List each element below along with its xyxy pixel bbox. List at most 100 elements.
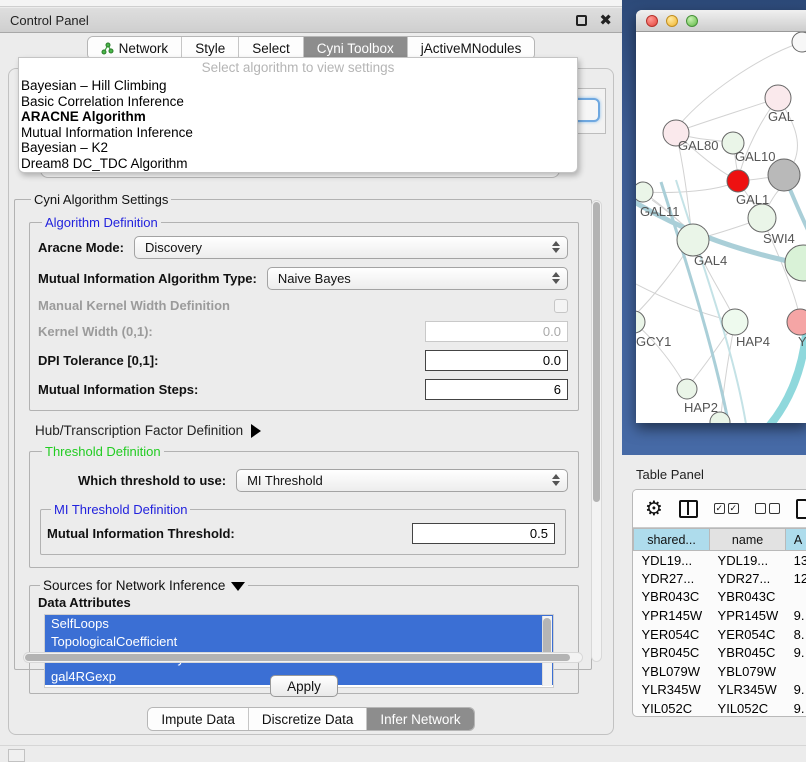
table-cell: YER054C (634, 625, 710, 644)
network-node-gal4[interactable] (677, 224, 709, 256)
float-window-icon[interactable] (576, 15, 587, 26)
table-row[interactable]: YER054CYER054C8. (634, 625, 806, 644)
attribute-item-selected[interactable]: TopologicalCoefficient (45, 633, 553, 651)
network-node-swi4[interactable] (785, 245, 806, 281)
table-row[interactable]: YBR043CYBR043C (634, 588, 806, 607)
algorithm-option[interactable]: Basic Correlation Inference (19, 94, 577, 110)
table-cell: 8. (786, 625, 806, 644)
mi-steps-input[interactable]: 6 (425, 379, 568, 400)
checked-boxes-icon[interactable]: ✓✓ (714, 503, 739, 514)
tab-style[interactable]: Style (182, 37, 239, 59)
hub-definition-toggle[interactable]: Hub/Transcription Factor Definition (35, 423, 581, 438)
network-node-gal[interactable] (765, 85, 791, 111)
network-view-window[interactable]: GALGAL80GAL10GAL1GAL11SWI4GAL4GCY1HAP4YH… (636, 10, 806, 423)
attribute-item-selected[interactable]: SelfLoops (45, 615, 553, 633)
network-node-gcy1[interactable] (636, 311, 645, 333)
table-cell: 12 (786, 569, 806, 588)
table-cell: 13 (786, 551, 806, 570)
close-traffic-icon[interactable] (646, 15, 658, 27)
tab-label: jActiveMNodules (421, 41, 522, 56)
table-cell: YPR145W (710, 606, 786, 625)
tab-cyni-toolbox[interactable]: Cyni Toolbox (304, 37, 408, 59)
tab-discretize-data[interactable]: Discretize Data (249, 708, 368, 730)
network-node-y[interactable] (787, 309, 806, 335)
mi-type-select[interactable]: Naive Bayes (267, 267, 568, 290)
table-cell: YDR27... (634, 569, 710, 588)
table-row[interactable]: YDL19...YDL19...13 (634, 551, 806, 570)
settings-horizontal-scrollbar[interactable] (23, 652, 583, 663)
table-cell: YBR045C (634, 643, 710, 662)
table-cell: YDL19... (634, 551, 710, 570)
which-threshold-select[interactable]: MI Threshold (236, 469, 568, 492)
table-row[interactable]: YIL052CYIL052C9. (634, 699, 806, 717)
algorithm-option[interactable]: Dream8 DC_TDC Algorithm (19, 156, 577, 172)
table-cell: YBR045C (710, 643, 786, 662)
algorithm-option[interactable]: Mutual Information Inference (19, 125, 577, 141)
tab-select[interactable]: Select (239, 37, 304, 59)
table-cell: YBL079W (634, 662, 710, 681)
column-header-a[interactable]: A (786, 529, 806, 551)
settings-vertical-scrollbar[interactable] (591, 200, 602, 662)
manual-kernel-checkbox[interactable] (554, 299, 568, 313)
table-cell: YBL079W (710, 662, 786, 681)
network-node-gal1[interactable] (727, 170, 749, 192)
kernel-width-input[interactable]: 0.0 (425, 321, 568, 342)
minimized-panel-icon[interactable] (8, 749, 25, 762)
mi-threshold-input[interactable]: 0.5 (412, 523, 555, 544)
tab-jactivemnodules[interactable]: jActiveMNodules (408, 37, 535, 59)
control-panel-titlebar: Control Panel ✖ (0, 8, 622, 33)
gear-icon[interactable]: ⚙ (645, 499, 663, 519)
tab-infer-network[interactable]: Infer Network (367, 708, 473, 730)
close-icon[interactable]: ✖ (599, 15, 612, 26)
node-table[interactable]: shared...nameA YDL19...YDL19...13YDR27..… (633, 528, 806, 717)
table-cell: 9. (786, 699, 806, 717)
tab-network[interactable]: Network (88, 37, 183, 59)
network-node-hap2[interactable] (677, 379, 697, 399)
zoom-traffic-icon[interactable] (686, 15, 698, 27)
column-header-shared[interactable]: shared... (634, 529, 710, 551)
network-node[interactable] (768, 159, 800, 191)
dpi-tolerance-input[interactable]: 0.0 (425, 350, 568, 371)
dpi-tolerance-label: DPI Tolerance [0,1]: (38, 353, 158, 368)
table-panel: Table Panel ⚙ ✓✓ shared...nameA YDL19...… (622, 455, 806, 745)
table-row[interactable]: YLR345WYLR345W9. (634, 681, 806, 700)
table-row[interactable]: YBR045CYBR045C9. (634, 643, 806, 662)
table-cell: YER054C (710, 625, 786, 644)
column-header-name[interactable]: name (710, 529, 786, 551)
node-label: GCY1 (636, 334, 671, 349)
node-label: GAL10 (735, 149, 775, 164)
aracne-mode-select[interactable]: Discovery (134, 236, 568, 259)
network-node-hap4[interactable] (722, 309, 748, 335)
attributes-scrollbar[interactable] (542, 616, 552, 686)
unchecked-boxes-icon[interactable] (755, 503, 780, 514)
algorithm-dropdown-list[interactable]: Select algorithm to view settings Bayesi… (18, 57, 578, 173)
document-icon[interactable] (796, 499, 806, 519)
node-label: GAL4 (694, 253, 727, 268)
network-node[interactable] (792, 32, 806, 52)
table-row[interactable]: YDR27...YDR27...12 (634, 569, 806, 588)
network-canvas[interactable]: GALGAL80GAL10GAL1GAL11SWI4GAL4GCY1HAP4YH… (636, 32, 806, 423)
desktop-background: GALGAL80GAL10GAL1GAL11SWI4GAL4GCY1HAP4YH… (622, 0, 806, 455)
algorithm-option[interactable]: Bayesian – Hill Climbing (19, 78, 577, 94)
network-edge[interactable] (643, 184, 731, 193)
table-cell: YIL052C (710, 699, 786, 717)
split-pane-icon[interactable] (679, 500, 698, 518)
manual-kernel-label: Manual Kernel Width Definition (38, 298, 230, 313)
network-node-gal11[interactable] (636, 182, 653, 202)
tab-impute-data[interactable]: Impute Data (148, 708, 249, 730)
network-node[interactable] (748, 204, 776, 232)
apply-button[interactable]: Apply (270, 675, 338, 697)
network-edge[interactable] (682, 98, 778, 130)
mi-threshold-definition-title: MI Threshold Definition (51, 502, 190, 517)
table-row[interactable]: YPR145WYPR145W9. (634, 606, 806, 625)
sources-toggle[interactable]: Sources for Network Inference (40, 578, 248, 593)
tab-label: Network (119, 41, 169, 56)
table-cell: YLR345W (634, 681, 710, 700)
mi-threshold-label: Mutual Information Threshold: (47, 526, 235, 541)
minimize-traffic-icon[interactable] (666, 15, 678, 27)
expand-right-icon (251, 424, 261, 438)
algorithm-option[interactable]: ARACNE Algorithm (19, 109, 577, 125)
table-row[interactable]: YBL079WYBL079W (634, 662, 806, 681)
table-cell (786, 662, 806, 681)
algorithm-option[interactable]: Bayesian – K2 (19, 140, 577, 156)
